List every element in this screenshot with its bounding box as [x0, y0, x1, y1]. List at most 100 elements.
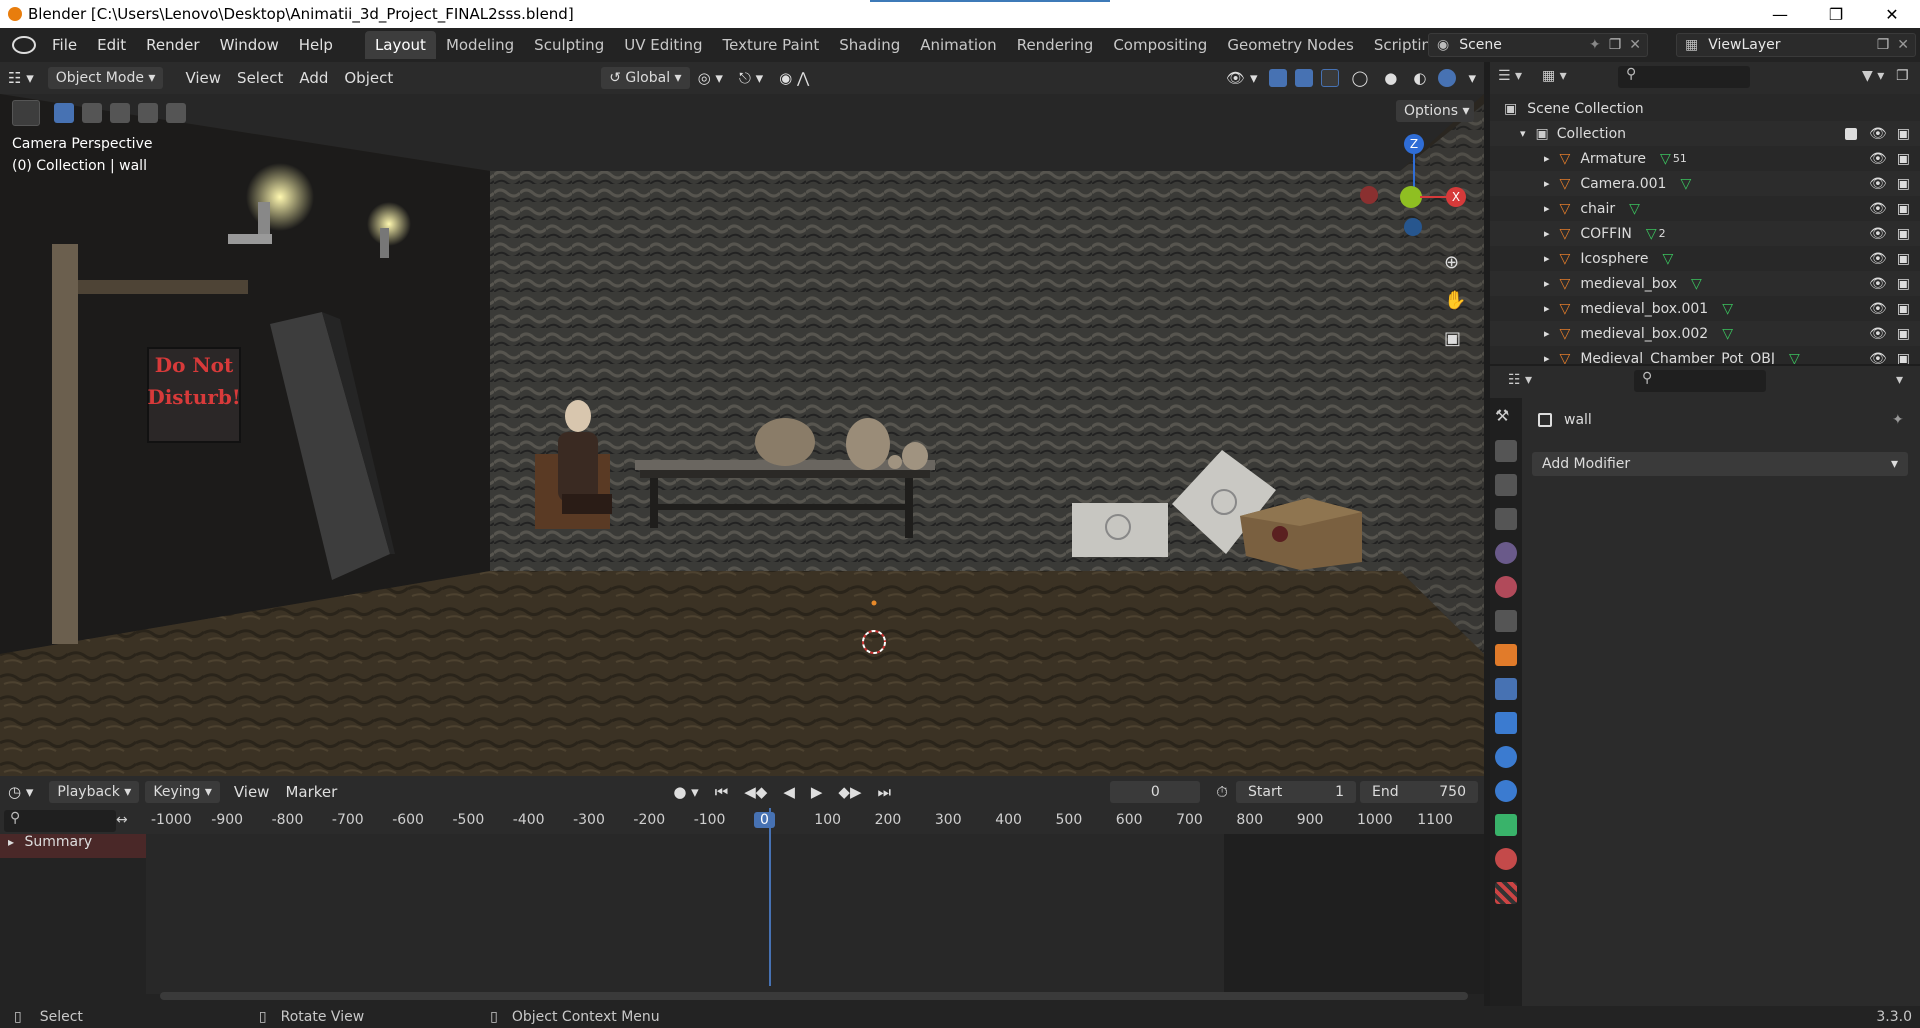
visibility-eye-icon[interactable]: 👁: [1869, 176, 1887, 192]
tab-layout[interactable]: Layout: [364, 31, 436, 59]
delete-scene-icon[interactable]: ✕: [1629, 37, 1641, 53]
pin-icon[interactable]: ✦: [1589, 37, 1601, 53]
jump-end-icon[interactable]: ⏭: [869, 783, 899, 801]
tool-tab-icon[interactable]: ⚒: [1495, 406, 1517, 428]
viewport-menu-view[interactable]: View: [177, 69, 229, 87]
keying-menu[interactable]: Keying ▾: [145, 781, 220, 803]
view-layer-selector[interactable]: ▦ ViewLayer ❐ ✕: [1676, 33, 1916, 57]
viewport-menu-select[interactable]: Select: [229, 69, 291, 87]
visibility-eye-icon[interactable]: 👁: [1869, 276, 1887, 292]
render-camera-icon[interactable]: ▣: [1897, 351, 1910, 365]
menu-render[interactable]: Render: [136, 36, 209, 54]
expand-arrow-icon[interactable]: ▸: [1544, 252, 1550, 265]
shading-options-icon[interactable]: ▾: [1460, 69, 1484, 87]
render-camera-icon[interactable]: ▣: [1897, 176, 1910, 192]
tab-texture-paint[interactable]: Texture Paint: [712, 31, 829, 59]
scene-selector[interactable]: ◉ Scene ✦ ❐ ✕: [1428, 33, 1648, 57]
mesh-data-icon[interactable]: ▽: [1722, 326, 1733, 342]
collection-row[interactable]: ▾ ▣ Collection 👁 ▣: [1490, 121, 1920, 146]
expand-arrow-icon[interactable]: ▸: [1544, 327, 1550, 340]
expand-arrow-icon[interactable]: ▸: [1544, 352, 1550, 364]
summary-channel[interactable]: ▸ Summary: [0, 834, 146, 858]
exclude-checkbox[interactable]: [1844, 127, 1857, 140]
menu-file[interactable]: File: [42, 36, 87, 54]
play-icon[interactable]: ▶: [803, 783, 831, 801]
mesh-data-icon[interactable]: ▽: [1646, 226, 1657, 242]
render-camera-icon[interactable]: ▣: [1897, 151, 1910, 167]
render-camera-icon[interactable]: ▣: [1897, 276, 1910, 292]
wireframe-shading-icon[interactable]: ◯: [1343, 69, 1376, 87]
render-tab-icon[interactable]: [1495, 440, 1517, 462]
select-subtract-icon[interactable]: [110, 103, 130, 123]
new-view-layer-icon[interactable]: ❐: [1877, 37, 1890, 53]
select-new-icon[interactable]: [54, 103, 74, 123]
texture-tab-icon[interactable]: [1495, 882, 1517, 904]
visibility-eye-icon[interactable]: 👁: [1869, 326, 1887, 342]
expand-arrow-icon[interactable]: ▸: [8, 835, 14, 849]
tweak-tool-icon[interactable]: [12, 100, 40, 126]
mesh-data-icon[interactable]: ▽: [1722, 301, 1733, 317]
outliner-item-row[interactable]: ▸ ▽ medieval_box.002 ▽ 👁 ▣: [1490, 321, 1920, 346]
outliner-item-row[interactable]: ▸ ▽ Camera.001 ▽ 👁 ▣: [1490, 171, 1920, 196]
end-frame-field[interactable]: End 750: [1360, 781, 1478, 803]
outliner-item-row[interactable]: ▸ ▽ COFFIN ▽ 2 👁 ▣: [1490, 221, 1920, 246]
tab-geometry-nodes[interactable]: Geometry Nodes: [1217, 31, 1364, 59]
render-camera-icon[interactable]: ▣: [1897, 226, 1910, 242]
display-mode-icon[interactable]: ▦ ▾: [1542, 68, 1567, 84]
render-camera-icon[interactable]: ▣: [1897, 251, 1910, 267]
render-camera-icon[interactable]: ▣: [1897, 301, 1910, 317]
outliner-item-row[interactable]: ▸ ▽ Icosphere ▽ 👁 ▣: [1490, 246, 1920, 271]
filter-icon[interactable]: ▼ ▾: [1862, 68, 1884, 84]
outliner-editor-type-icon[interactable]: ☰ ▾: [1498, 68, 1522, 84]
mesh-data-icon[interactable]: ▽: [1662, 251, 1673, 267]
expand-arrow-icon[interactable]: ▸: [1544, 227, 1550, 240]
menu-edit[interactable]: Edit: [87, 36, 136, 54]
maximize-button[interactable]: ❐: [1808, 5, 1864, 24]
collection-tab-icon[interactable]: [1495, 610, 1517, 632]
playback-menu[interactable]: Playback ▾: [49, 781, 140, 803]
mesh-data-icon[interactable]: ▽: [1691, 276, 1702, 292]
object-tab-icon[interactable]: [1495, 644, 1517, 666]
render-camera-icon[interactable]: ▣: [1897, 126, 1910, 142]
menu-help[interactable]: Help: [289, 36, 343, 54]
gizmo-neg-z[interactable]: [1404, 218, 1422, 236]
playhead[interactable]: [769, 808, 771, 986]
timeline-editor-type-icon[interactable]: ◷ ▾: [0, 783, 41, 801]
expand-arrow-icon[interactable]: ▸: [1544, 277, 1550, 290]
options-dropdown[interactable]: Options ▾: [1396, 100, 1474, 122]
gizmo-x-axis[interactable]: X: [1446, 187, 1466, 207]
tab-compositing[interactable]: Compositing: [1103, 31, 1217, 59]
view-layer-tab-icon[interactable]: [1495, 508, 1517, 530]
current-frame-field[interactable]: 0: [1110, 781, 1201, 803]
close-window-button[interactable]: ✕: [1864, 5, 1920, 24]
rendered-shading-icon[interactable]: [1438, 69, 1457, 87]
gizmo-toggle-icon[interactable]: [1269, 69, 1288, 87]
visibility-eye-icon[interactable]: 👁: [1869, 126, 1887, 142]
pan-hand-icon[interactable]: ✋: [1444, 282, 1466, 320]
physics-tab-icon[interactable]: [1495, 746, 1517, 768]
jump-start-icon[interactable]: ⏮: [707, 783, 737, 801]
particles-tab-icon[interactable]: [1495, 712, 1517, 734]
record-icon[interactable]: ● ▾: [665, 783, 706, 801]
outliner-item-row[interactable]: ▸ ▽ Medieval_Chamber_Pot_OBJ ▽ 👁 ▣: [1490, 346, 1920, 365]
tab-animation[interactable]: Animation: [910, 31, 1006, 59]
outliner-item-row[interactable]: ▸ ▽ chair ▽ 👁 ▣: [1490, 196, 1920, 221]
next-keyframe-icon[interactable]: ◆▶: [830, 783, 869, 801]
modifier-tab-icon[interactable]: [1495, 678, 1517, 700]
play-reverse-icon[interactable]: ◀: [775, 783, 803, 801]
proportional-edit-icon[interactable]: ◉ ⋀: [771, 69, 817, 87]
expand-arrow-icon[interactable]: ▸: [1544, 177, 1550, 190]
output-tab-icon[interactable]: [1495, 474, 1517, 496]
render-camera-icon[interactable]: ▣: [1897, 201, 1910, 217]
timeline-body[interactable]: ▸ Summary: [0, 808, 1484, 1006]
expand-arrow-icon[interactable]: ▸: [1544, 302, 1550, 315]
render-camera-icon[interactable]: ▣: [1897, 326, 1910, 342]
world-tab-icon[interactable]: [1495, 576, 1517, 598]
outliner-item-row[interactable]: ▸ ▽ medieval_box.001 ▽ 👁 ▣: [1490, 296, 1920, 321]
data-tab-icon[interactable]: [1495, 814, 1517, 836]
select-intersect-icon[interactable]: [166, 103, 186, 123]
scene-tab-icon[interactable]: [1495, 542, 1517, 564]
mesh-data-icon[interactable]: ▽: [1789, 351, 1800, 365]
mesh-data-icon[interactable]: ▽: [1629, 201, 1640, 217]
stopwatch-icon[interactable]: ⏱: [1208, 783, 1236, 801]
